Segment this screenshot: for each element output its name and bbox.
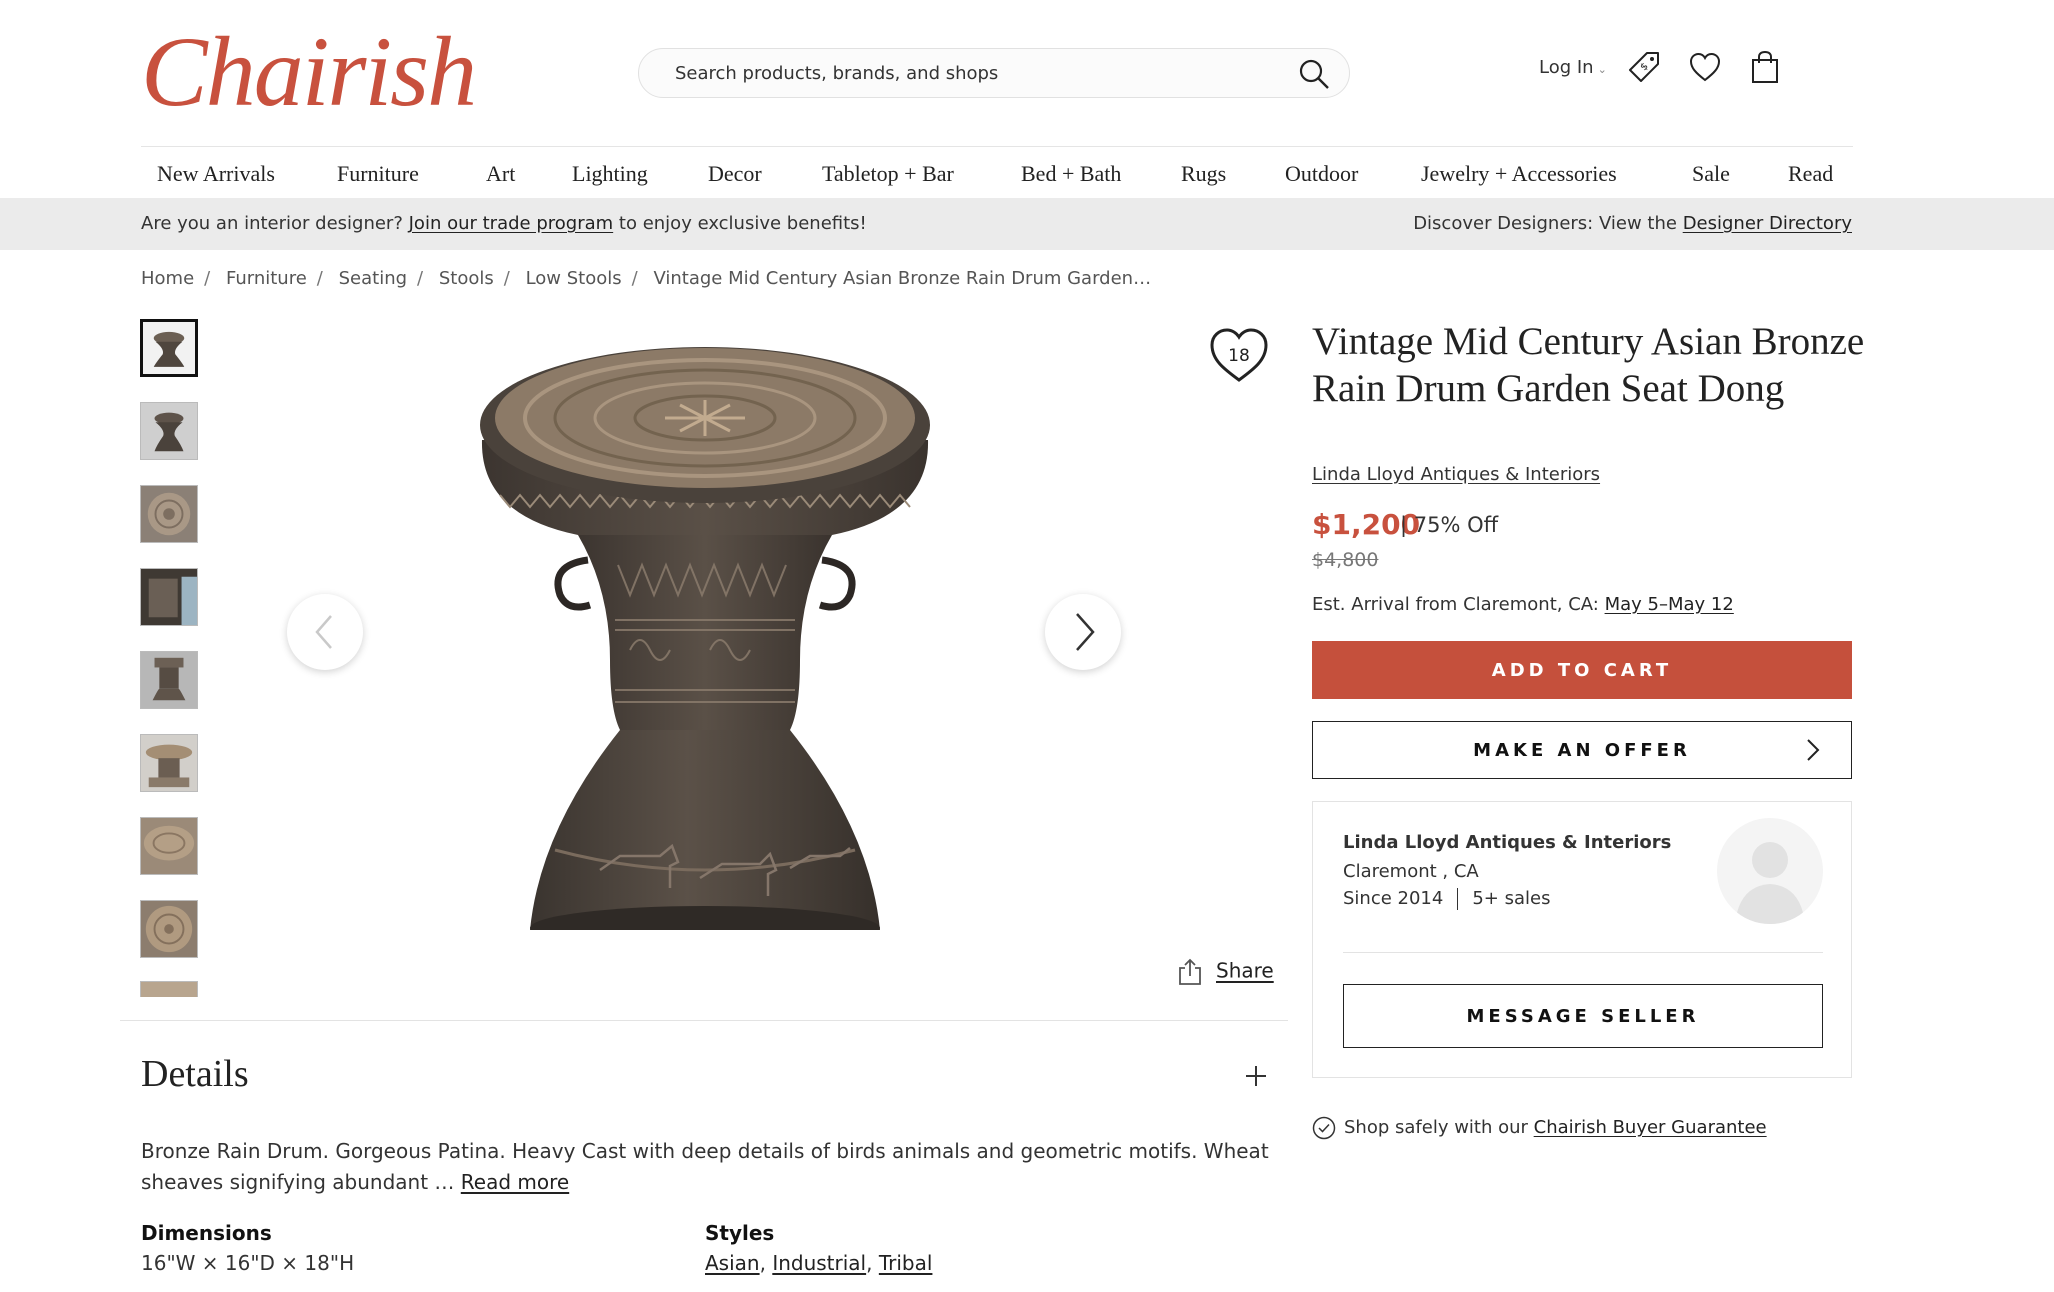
share-button[interactable]: Share bbox=[1178, 958, 1274, 986]
heart-icon[interactable] bbox=[1688, 50, 1722, 84]
search-input[interactable] bbox=[675, 49, 1275, 97]
read-more-link[interactable]: Read more bbox=[461, 1170, 569, 1194]
thumbnail-1[interactable] bbox=[140, 319, 198, 377]
nav-bed-bath[interactable]: Bed + Bath bbox=[1021, 161, 1121, 187]
check-circle-icon bbox=[1312, 1116, 1336, 1140]
message-seller-button[interactable]: MESSAGE SELLER bbox=[1343, 984, 1823, 1048]
favorite-count: 18 bbox=[1228, 346, 1250, 366]
nav-lighting[interactable]: Lighting bbox=[572, 161, 648, 187]
seller-since: Since 2014 bbox=[1343, 888, 1444, 909]
trade-banner-suffix: to enjoy exclusive benefits! bbox=[618, 213, 867, 234]
breadcrumb-home[interactable]: Home bbox=[141, 268, 194, 289]
chevron-left-icon bbox=[315, 615, 332, 649]
arrival-label: Est. Arrival from Claremont, CA: bbox=[1312, 594, 1599, 615]
arrival-dates-link[interactable]: May 5–May 12 bbox=[1605, 594, 1734, 615]
dimensions-value: 16"W × 16"D × 18"H bbox=[141, 1251, 355, 1275]
product-title: Vintage Mid Century Asian Bronze Rain Dr… bbox=[1312, 320, 1865, 410]
expand-plus-icon[interactable] bbox=[1244, 1064, 1268, 1088]
nav-decor[interactable]: Decor bbox=[708, 161, 762, 187]
nav-new-arrivals[interactable]: New Arrivals bbox=[157, 161, 275, 187]
nav-rugs[interactable]: Rugs bbox=[1181, 161, 1226, 187]
search-icon[interactable] bbox=[1297, 57, 1331, 91]
breadcrumb-low-stools[interactable]: Low Stools bbox=[526, 268, 622, 289]
breadcrumb-seating[interactable]: Seating bbox=[339, 268, 407, 289]
trade-banner-text: Are you an interior designer? bbox=[141, 213, 403, 234]
trade-banner: Are you an interior designer? Join our t… bbox=[0, 198, 2054, 250]
tag-icon[interactable]: $ bbox=[1627, 50, 1661, 84]
style-link-asian[interactable]: Asian bbox=[705, 1251, 760, 1275]
section-divider bbox=[120, 1020, 1288, 1021]
make-offer-button[interactable]: MAKE AN OFFER bbox=[1312, 721, 1852, 779]
details-heading[interactable]: Details bbox=[141, 1052, 249, 1096]
thumbnail-7[interactable] bbox=[140, 817, 198, 875]
dimensions-label: Dimensions bbox=[141, 1221, 272, 1245]
nav-furniture[interactable]: Furniture bbox=[337, 161, 419, 187]
breadcrumb-current: Vintage Mid Century Asian Bronze Rain Dr… bbox=[653, 268, 1152, 289]
search-bar[interactable] bbox=[638, 48, 1350, 98]
thumbnail-8[interactable] bbox=[140, 900, 198, 958]
chevron-right-icon bbox=[1807, 739, 1820, 761]
nav-read[interactable]: Read bbox=[1788, 161, 1833, 187]
thumbnail-4[interactable] bbox=[140, 568, 198, 626]
user-silhouette-icon bbox=[1735, 842, 1805, 924]
description: Bronze Rain Drum. Gorgeous Patina. Heavy… bbox=[141, 1136, 1271, 1198]
make-offer-label: MAKE AN OFFER bbox=[1473, 739, 1691, 761]
breadcrumb-furniture[interactable]: Furniture bbox=[226, 268, 307, 289]
original-price: $4,800 bbox=[1312, 549, 1379, 571]
thumbnail-5[interactable] bbox=[140, 651, 198, 709]
seller-card: Linda Lloyd Antiques & Interiors Claremo… bbox=[1312, 801, 1852, 1078]
nav-jewelry-accessories[interactable]: Jewelry + Accessories bbox=[1421, 161, 1617, 187]
chevron-right-icon bbox=[1076, 613, 1095, 651]
style-link-tribal[interactable]: Tribal bbox=[879, 1251, 933, 1275]
styles-label: Styles bbox=[705, 1221, 775, 1245]
trade-program-link[interactable]: Join our trade program bbox=[409, 213, 614, 234]
designer-directory-link[interactable]: Designer Directory bbox=[1683, 213, 1852, 234]
styles-list: Asian, Industrial, Tribal bbox=[705, 1251, 933, 1275]
breadcrumb: Home / Furniture / Seating / Stools / Low St… bbox=[141, 268, 1152, 289]
nav-art[interactable]: Art bbox=[486, 161, 515, 187]
seller-location: Claremont , CA bbox=[1343, 861, 1479, 882]
main-nav: New Arrivals Furniture Art Lighting Deco… bbox=[141, 146, 1853, 198]
chairish-logo[interactable]: Chairish bbox=[141, 22, 477, 122]
thumbnail-6[interactable] bbox=[140, 734, 198, 792]
buyer-guarantee-link[interactable]: Chairish Buyer Guarantee bbox=[1534, 1117, 1767, 1138]
chevron-down-icon: ⌄ bbox=[1597, 63, 1607, 76]
nav-outdoor[interactable]: Outdoor bbox=[1285, 161, 1358, 187]
product-image[interactable] bbox=[460, 330, 950, 930]
thumbnail-3[interactable] bbox=[140, 485, 198, 543]
next-image-button[interactable] bbox=[1045, 594, 1121, 670]
designer-banner-text: Discover Designers: View the bbox=[1413, 213, 1677, 234]
estimated-arrival: Est. Arrival from Claremont, CA: May 5–M… bbox=[1312, 594, 1734, 615]
breadcrumb-stools[interactable]: Stools bbox=[439, 268, 494, 289]
seller-avatar[interactable] bbox=[1717, 818, 1823, 924]
seller-sales: 5+ sales bbox=[1472, 888, 1551, 909]
svg-text:$: $ bbox=[1638, 61, 1650, 73]
thumbnail-2[interactable] bbox=[140, 402, 198, 460]
login-label: Log In bbox=[1539, 57, 1594, 78]
thumbnail-9[interactable] bbox=[140, 981, 198, 997]
nav-tabletop-bar[interactable]: Tabletop + Bar bbox=[822, 161, 954, 187]
seller-card-divider bbox=[1343, 952, 1823, 953]
seller-stats: Since 2014 5+ sales bbox=[1343, 888, 1550, 910]
share-icon bbox=[1179, 958, 1201, 985]
seller-name[interactable]: Linda Lloyd Antiques & Interiors bbox=[1343, 832, 1671, 853]
nav-sale[interactable]: Sale bbox=[1692, 161, 1730, 187]
login-menu[interactable]: Log In ⌄ bbox=[1539, 57, 1607, 78]
style-link-industrial[interactable]: Industrial bbox=[772, 1251, 866, 1275]
share-label: Share bbox=[1216, 958, 1274, 983]
add-to-cart-button[interactable]: ADD TO CART bbox=[1312, 641, 1852, 699]
buyer-guarantee: Shop safely with our Chairish Buyer Guar… bbox=[1312, 1116, 1767, 1140]
bag-icon[interactable] bbox=[1748, 50, 1782, 84]
guarantee-text: Shop safely with our bbox=[1344, 1117, 1528, 1138]
seller-link[interactable]: Linda Lloyd Antiques & Interiors bbox=[1312, 464, 1600, 485]
previous-image-button[interactable] bbox=[287, 594, 363, 670]
description-text: Bronze Rain Drum. Gorgeous Patina. Heavy… bbox=[141, 1139, 1269, 1194]
discount-label: | 75% Off bbox=[1400, 513, 1499, 537]
